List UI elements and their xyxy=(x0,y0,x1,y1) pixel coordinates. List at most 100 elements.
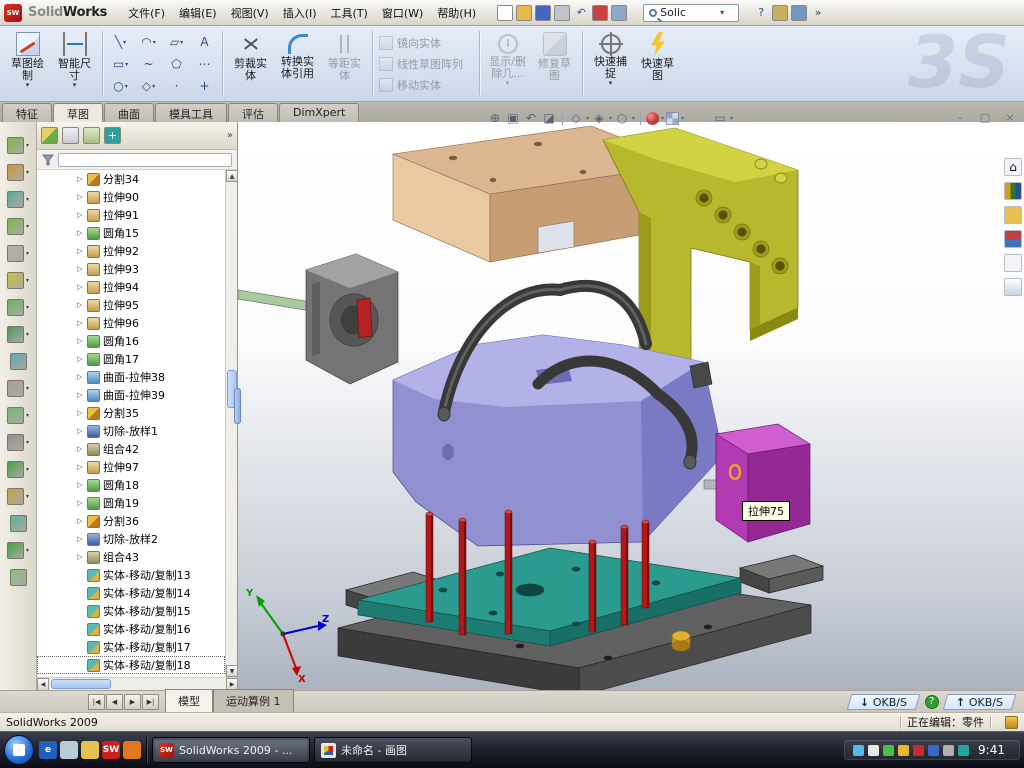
move-entities-button[interactable]: 移动实体 xyxy=(377,74,475,95)
feature-tree-item[interactable]: ▷拉伸96 xyxy=(37,314,225,332)
display-delete-relations-button[interactable]: 显示/删除几... ▾ xyxy=(484,29,531,99)
convert-entities-button[interactable]: 转换实体引用 xyxy=(274,29,321,99)
palette-tool-button[interactable]: ▾ xyxy=(7,429,29,456)
view-orientation-icon[interactable]: ◇ xyxy=(568,110,584,126)
commandmanager-tab[interactable]: DimXpert xyxy=(279,103,359,122)
menubar-item[interactable]: 视图(V) xyxy=(224,2,276,24)
feature-tree-item[interactable]: ▷拉伸94 xyxy=(37,278,225,296)
feature-tree-item[interactable]: ▷圆角18 xyxy=(37,476,225,494)
appearances-icon[interactable] xyxy=(1004,254,1022,272)
toolbar-extra-2-icon[interactable] xyxy=(791,5,807,21)
arc-tool-button[interactable]: ◠▾ xyxy=(135,31,162,53)
quick-tips-icon[interactable] xyxy=(1005,716,1018,729)
expand-arrow-icon[interactable]: ▷ xyxy=(77,211,86,219)
chevron-down-icon[interactable]: ▾ xyxy=(681,115,684,122)
feature-tree-item[interactable]: 实体-移动/复制13 xyxy=(37,566,225,584)
chevron-down-icon[interactable]: ▾ xyxy=(632,115,635,122)
offset-entities-button[interactable]: 等距实体 xyxy=(321,29,368,99)
feature-tree-item[interactable]: 实体-移动/复制18 xyxy=(37,656,225,674)
expand-arrow-icon[interactable]: ▷ xyxy=(77,301,86,309)
home-icon[interactable]: ⌂ xyxy=(1004,158,1022,176)
scrollbar-thumb[interactable] xyxy=(51,679,111,689)
feature-tree-item[interactable]: ▷拉伸90 xyxy=(37,188,225,206)
view-palette-icon[interactable] xyxy=(1004,230,1022,248)
spline-tool-button[interactable]: ~ xyxy=(135,53,162,75)
section-view-icon[interactable]: ◪ xyxy=(541,110,557,126)
tray-icon[interactable] xyxy=(853,745,864,756)
tray-icon[interactable] xyxy=(913,745,924,756)
tree-nav-button[interactable]: |◀ xyxy=(88,694,105,710)
palette-tool-button[interactable]: ▾ xyxy=(7,483,29,510)
dimxpert-manager-tab-icon[interactable]: + xyxy=(104,127,121,144)
commandmanager-tab[interactable]: 特征 xyxy=(2,103,52,122)
palette-tool-button[interactable]: ▾ xyxy=(7,294,29,321)
expand-arrow-icon[interactable]: ▷ xyxy=(77,229,86,237)
search-box[interactable]: ▾ xyxy=(643,4,739,22)
tree-nav-button[interactable]: ▶| xyxy=(142,694,159,710)
palette-tool-button[interactable]: ▾ xyxy=(7,213,29,240)
commandmanager-tab[interactable]: 曲面 xyxy=(104,103,154,122)
palette-tool-button[interactable]: ▾ xyxy=(7,186,29,213)
palette-tool-button[interactable]: ▾ xyxy=(7,132,29,159)
expand-arrow-icon[interactable]: ▷ xyxy=(77,265,86,273)
feature-tree-item[interactable]: ▷拉伸95 xyxy=(37,296,225,314)
display-style-icon[interactable]: ◈ xyxy=(591,110,607,126)
open-folder-icon[interactable] xyxy=(516,5,532,21)
palette-tool-button[interactable] xyxy=(10,348,27,375)
tree-nav-button[interactable]: ▶ xyxy=(124,694,141,710)
palette-tool-button[interactable]: ▾ xyxy=(7,375,29,402)
previous-view-icon[interactable]: ↶ xyxy=(523,110,539,126)
help-icon[interactable]: ? xyxy=(753,5,769,21)
expand-arrow-icon[interactable]: ▷ xyxy=(77,535,86,543)
feature-tree-item[interactable]: 实体-移动/复制14 xyxy=(37,584,225,602)
menubar-item[interactable]: 文件(F) xyxy=(121,2,172,24)
rapid-sketch-button[interactable]: 快速草图 xyxy=(634,29,681,99)
feature-tree-item[interactable]: ▷圆角17 xyxy=(37,350,225,368)
menubar-item[interactable]: 插入(I) xyxy=(276,2,324,24)
palette-tool-button[interactable]: ▾ xyxy=(7,159,29,186)
chevron-down-icon[interactable]: ▾ xyxy=(586,115,589,122)
options-icon[interactable] xyxy=(611,5,627,21)
feature-tree-item[interactable]: ▷拉伸93 xyxy=(37,260,225,278)
palette-tool-button[interactable]: ▾ xyxy=(7,267,29,294)
expand-arrow-icon[interactable]: ▷ xyxy=(77,355,86,363)
new-document-icon[interactable] xyxy=(497,5,513,21)
print-icon[interactable] xyxy=(554,5,570,21)
feature-manager-tab-icon[interactable] xyxy=(41,127,58,144)
expand-arrow-icon[interactable]: ▷ xyxy=(77,337,86,345)
expand-arrow-icon[interactable]: ▷ xyxy=(77,247,86,255)
circle-tool-button[interactable]: ○▾ xyxy=(107,75,134,97)
tray-icon[interactable] xyxy=(928,745,939,756)
model-canvas[interactable]: Y X Z xyxy=(238,122,1024,690)
expand-arrow-icon[interactable]: ▷ xyxy=(77,499,86,507)
part-gold-bushing[interactable] xyxy=(672,631,690,651)
model-tab[interactable]: 模型 xyxy=(165,689,213,712)
feature-tree-item[interactable]: ▷拉伸91 xyxy=(37,206,225,224)
show-desktop-icon[interactable] xyxy=(60,741,78,759)
chevron-down-icon[interactable]: ▾ xyxy=(718,8,726,17)
palette-tool-button[interactable]: ▾ xyxy=(7,537,29,564)
solidworks-icon[interactable]: SW xyxy=(102,741,120,759)
design-library-icon[interactable] xyxy=(1004,182,1022,200)
start-button[interactable] xyxy=(4,735,34,765)
expand-arrow-icon[interactable]: ▷ xyxy=(77,463,86,471)
close-button[interactable]: × xyxy=(1002,110,1018,124)
feature-tree-item[interactable]: ▷分割36 xyxy=(37,512,225,530)
commandmanager-tab[interactable]: 草图 xyxy=(53,103,103,122)
part-insert-block[interactable] xyxy=(716,424,810,542)
minimize-button[interactable]: – xyxy=(952,110,968,124)
toolbar-extra-1-icon[interactable] xyxy=(772,5,788,21)
part-cam-block[interactable] xyxy=(306,254,398,384)
tray-icon[interactable] xyxy=(868,745,879,756)
hide-show-items-icon[interactable]: ○ xyxy=(614,110,630,126)
rectangle-tool-button[interactable]: ▭▾ xyxy=(107,53,134,75)
feature-tree-item[interactable]: 实体-移动/复制16 xyxy=(37,620,225,638)
smart-dimension-button[interactable]: 智能尺寸 ▾ xyxy=(51,29,98,99)
feature-tree-item[interactable]: ▷曲面-拉伸39 xyxy=(37,386,225,404)
menubar-item[interactable]: 帮助(H) xyxy=(430,2,483,24)
scroll-up-icon[interactable]: ▲ xyxy=(226,170,238,182)
feature-tree-item[interactable]: ▷圆角15 xyxy=(37,224,225,242)
annotation-views-icon[interactable]: ▭ xyxy=(712,110,728,126)
tray-icon[interactable] xyxy=(883,745,894,756)
text-tool-button[interactable]: A xyxy=(191,31,218,53)
